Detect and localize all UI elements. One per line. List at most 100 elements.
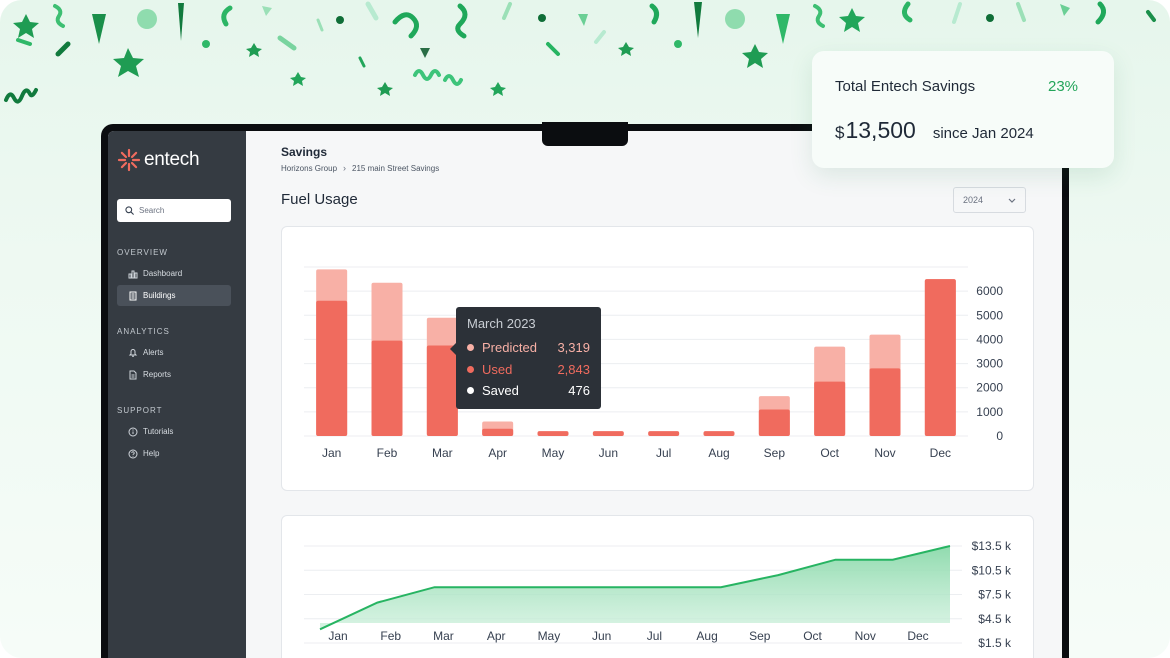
search-input[interactable]: Search	[117, 199, 231, 222]
savings-amount: $ 13,500 since Jan 2024	[835, 117, 1034, 144]
x-tick-label: Jan	[328, 629, 347, 643]
section-title-overview: OVERVIEW	[117, 248, 168, 257]
savings-area-chart: $13.5 k $10.5 k $7.5 k $4.5 k $1.5 k Jan Feb Ma…	[304, 539, 1012, 650]
y-tick-label: 0	[996, 429, 1003, 443]
fuel-usage-bar-chart: 0 1000 2000 3000 4000 5000 6000 Jan Feb Mar Apr May…	[304, 266, 1003, 460]
search-icon	[125, 206, 134, 215]
legend-dot-used	[467, 365, 474, 373]
entech-logo-icon	[117, 148, 141, 172]
tooltip-value: 476	[568, 383, 590, 399]
x-tick-label: Sep	[749, 629, 771, 643]
x-tick-label: Jul	[647, 629, 662, 643]
x-tick-label: Nov	[874, 446, 895, 460]
app-screen: entech Search OVERVIEW Dashboard Buildin…	[108, 131, 1062, 658]
x-tick-label: Feb	[380, 629, 401, 643]
savings-value: 13,500	[845, 117, 916, 143]
sidebar-item-help[interactable]: Help	[117, 443, 231, 464]
y-tick-label: 5000	[976, 308, 1003, 322]
tooltip-label: Used	[482, 361, 513, 377]
sidebar-item-dashboard[interactable]: Dashboard	[117, 263, 231, 284]
laptop-frame: entech Search OVERVIEW Dashboard Buildin…	[101, 122, 1069, 658]
y-tick-label: $10.5 k	[972, 563, 1012, 577]
sidebar-item-buildings[interactable]: Buildings	[117, 285, 231, 306]
y-tick-label: $4.5 k	[978, 612, 1012, 626]
sidebar-item-label: Alerts	[143, 348, 164, 357]
x-tick-label: May	[542, 446, 565, 460]
tooltip-label: Saved	[482, 383, 519, 399]
bar-used	[537, 431, 569, 436]
tooltip-value: 3,319	[557, 340, 590, 356]
y-tick-label: 6000	[976, 284, 1003, 298]
bar-used	[592, 431, 624, 436]
x-tick-label: Jul	[656, 446, 671, 460]
fuel-usage-chart-card: 0 1000 2000 3000 4000 5000 6000 Jan Feb Mar Apr May…	[281, 226, 1034, 491]
bar-used	[426, 345, 458, 436]
y-tick-label: 4000	[976, 332, 1003, 346]
laptop-notch	[542, 122, 628, 146]
y-tick-label: 3000	[976, 357, 1003, 371]
y-tick-label: $1.5 k	[978, 636, 1012, 650]
savings-percent: 23%	[1048, 78, 1079, 95]
breadcrumb-item[interactable]: 215 main Street Savings	[352, 164, 439, 173]
year-select[interactable]: 2024	[953, 187, 1026, 213]
year-select-value: 2024	[963, 195, 984, 205]
fuel-usage-title: Fuel Usage	[281, 191, 358, 208]
x-tick-label: Apr	[487, 629, 506, 643]
bar-used	[316, 300, 348, 436]
section-title-support: SUPPORT	[117, 406, 163, 415]
bar-used	[648, 431, 680, 436]
total-savings-card: Total Entech Savings 23% $ 13,500 since …	[812, 51, 1114, 168]
y-tick-label: $13.5 k	[972, 539, 1012, 553]
sidebar-item-label: Tutorials	[143, 427, 174, 436]
savings-currency: $	[835, 123, 845, 142]
bar-used	[371, 340, 403, 436]
x-tick-label: Nov	[855, 629, 876, 643]
x-tick-label: Aug	[708, 446, 729, 460]
sidebar-item-label: Dashboard	[143, 269, 183, 278]
sidebar-item-label: Reports	[143, 370, 172, 379]
bell-icon	[128, 348, 138, 358]
x-tick-label: Jun	[599, 446, 618, 460]
x-tick-label: Apr	[488, 446, 507, 460]
search-placeholder: Search	[139, 206, 165, 215]
x-tick-label: Mar	[433, 629, 454, 643]
sidebar: entech Search OVERVIEW Dashboard Buildin…	[108, 131, 246, 658]
x-tick-label: Sep	[764, 446, 786, 460]
chart-tooltip: March 2023 Predicted 3,319 Used 2,843 Sa…	[450, 307, 601, 409]
x-tick-label: Jan	[322, 446, 341, 460]
sidebar-item-tutorials[interactable]: Tutorials	[117, 421, 231, 442]
y-tick-label: 2000	[976, 381, 1003, 395]
document-icon	[128, 370, 138, 380]
brand-name: entech	[144, 149, 200, 170]
tooltip-row-saved: Saved 476	[467, 380, 590, 402]
section-title-analytics: ANALYTICS	[117, 327, 170, 336]
breadcrumb-item[interactable]: Horizons Group	[281, 164, 337, 173]
tooltip-row-used: Used 2,843	[467, 359, 590, 381]
chevron-right-icon: ›	[343, 163, 347, 173]
brand-logo[interactable]: entech	[117, 148, 200, 172]
bar-used	[703, 431, 735, 436]
bar-chart-icon	[128, 269, 138, 279]
building-icon	[128, 291, 138, 301]
legend-dot-saved	[467, 387, 474, 395]
chevron-down-icon	[1008, 198, 1016, 203]
tooltip-title: March 2023	[467, 316, 536, 331]
x-tick-label: May	[538, 629, 561, 643]
sidebar-item-reports[interactable]: Reports	[117, 364, 231, 385]
legend-dot-predicted	[467, 344, 474, 352]
page-title: Savings	[281, 145, 328, 159]
savings-since: since Jan 2024	[932, 125, 1034, 142]
tooltip-label: Predicted	[482, 340, 537, 356]
sidebar-item-label: Help	[143, 449, 160, 458]
x-tick-label: Mar	[432, 446, 453, 460]
sidebar-item-label: Buildings	[143, 291, 176, 300]
sidebar-item-alerts[interactable]: Alerts	[117, 342, 231, 363]
x-tick-label: Oct	[803, 629, 822, 643]
savings-title: Total Entech Savings	[835, 78, 976, 95]
help-circle-icon	[128, 449, 138, 459]
x-tick-label: Jun	[592, 629, 611, 643]
info-circle-icon	[128, 427, 138, 437]
bar-used	[924, 279, 956, 436]
x-tick-label: Aug	[696, 629, 717, 643]
bar-used	[482, 428, 514, 436]
